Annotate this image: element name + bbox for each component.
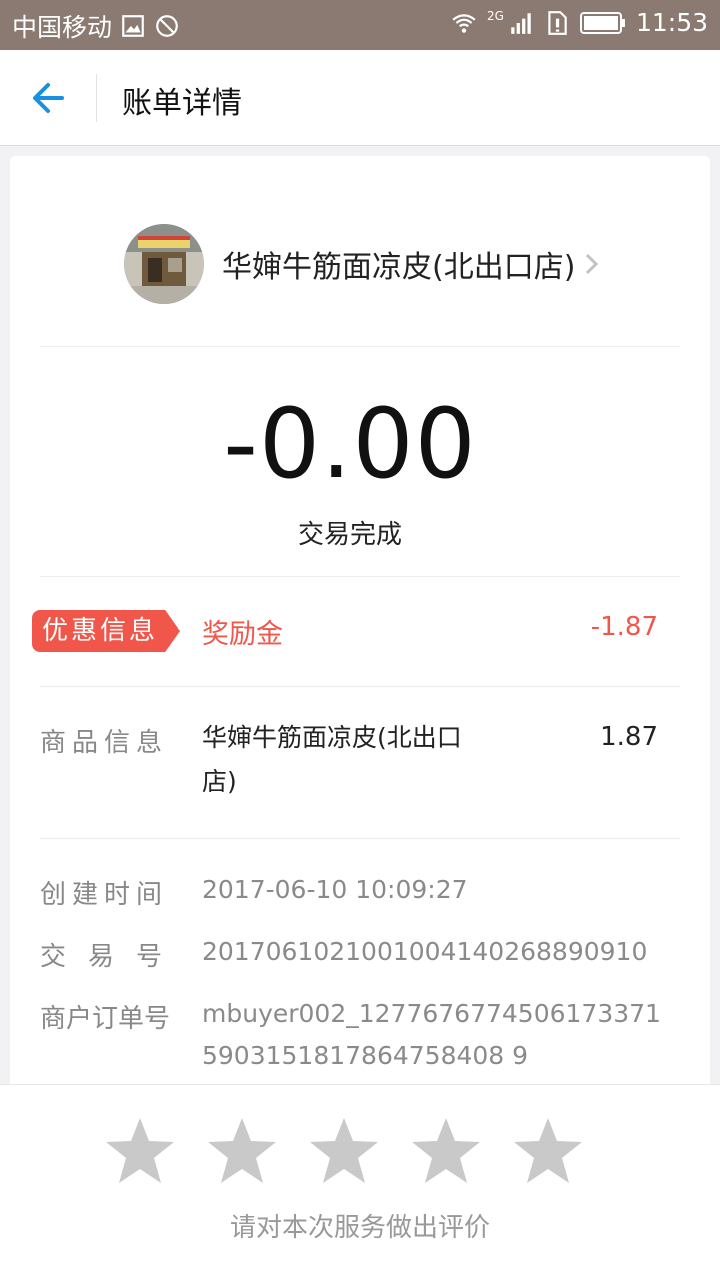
battery-icon	[579, 11, 625, 34]
star-icon[interactable]	[410, 1115, 482, 1187]
transaction-amount: -0.00	[223, 388, 477, 500]
created-time-value: 2017-06-10 10:09:27	[202, 875, 468, 904]
star-icon[interactable]	[308, 1115, 380, 1187]
order-no-line1[interactable]: mbuyer002_1277676774506173371	[202, 994, 661, 1034]
rating-hint: 请对本次服务做出评价	[229, 1213, 490, 1243]
star-icon[interactable]	[206, 1115, 278, 1187]
star-icon[interactable]	[104, 1115, 176, 1187]
created-time-label: 创建时间	[40, 880, 169, 910]
trade-no-label: 交易号	[40, 942, 185, 972]
header-divider	[96, 74, 97, 122]
trade-no-value[interactable]: 2017061021001004140268890910	[202, 932, 647, 972]
carrier-name: 中国移动	[12, 13, 113, 42]
promotion-dot	[178, 626, 182, 630]
merchant-avatar	[124, 224, 204, 304]
divider	[40, 686, 680, 687]
divider	[40, 838, 680, 839]
star-rating[interactable]	[104, 1115, 584, 1187]
promotion-value: -1.87	[590, 612, 658, 642]
divider	[40, 346, 680, 347]
image-icon	[122, 15, 144, 37]
star-icon[interactable]	[512, 1115, 584, 1187]
app-header: 账单详情	[0, 50, 720, 146]
goods-label: 商品信息	[40, 728, 169, 758]
merchant-name: 华婶牛筋面凉皮(北出口店)	[222, 250, 576, 285]
order-no-label: 商户订单号	[40, 1004, 171, 1034]
transaction-status: 交易完成	[297, 520, 402, 550]
status-bar: 中国移动 2G 11:53	[0, 0, 720, 50]
goods-amount: 1.87	[600, 722, 658, 752]
goods-name-line2: 店)	[202, 767, 237, 796]
goods-name-line1: 华婶牛筋面凉皮(北出口	[202, 723, 462, 752]
divider	[40, 576, 680, 577]
clock: 11:53	[635, 8, 708, 37]
promotion-badge: 优惠信息	[32, 610, 181, 652]
order-no-line2[interactable]: 5903151817864758408 9	[202, 1036, 528, 1076]
bill-card: 华婶牛筋面凉皮(北出口店) -0.00 交易完成 优惠信息 奖励金 -1.87 …	[10, 156, 710, 1096]
rating-area: 请对本次服务做出评价	[0, 1084, 720, 1280]
signal-icon	[511, 12, 531, 34]
page-title: 账单详情	[122, 86, 242, 121]
sim-alert-icon	[548, 10, 567, 35]
promotion-name: 奖励金	[202, 619, 283, 650]
network-type: 2G	[487, 8, 504, 23]
chevron-right-icon	[586, 253, 599, 275]
back-arrow-icon[interactable]	[24, 74, 72, 122]
merchant-link[interactable]: 华婶牛筋面凉皮(北出口店)	[124, 224, 644, 304]
wifi-icon	[452, 13, 476, 33]
do-not-disturb-icon	[156, 15, 178, 37]
